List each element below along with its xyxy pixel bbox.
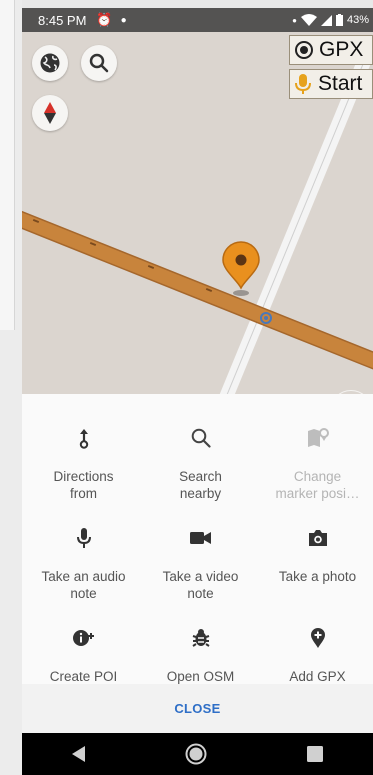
phone-screen: 8:45 PM ⏰ ● ● 43% GPX Start Directions f… (22, 8, 373, 775)
search-icon (191, 428, 211, 448)
alarm-icon: ⏰ (96, 12, 113, 27)
record-icon (295, 41, 313, 59)
option-label: Directions from (53, 469, 114, 501)
create-poi-icon (72, 630, 94, 646)
microphone-icon (76, 528, 91, 548)
map-marker-change-icon (307, 428, 329, 447)
option-label: Change marker posi… (275, 469, 360, 501)
home-icon[interactable] (185, 743, 207, 765)
option-label: Take a video note (162, 569, 239, 601)
option-open-osm[interactable]: Open OSM (142, 624, 259, 685)
option-take-video-note[interactable]: Take a video note (142, 524, 259, 602)
option-search-nearby[interactable]: Search nearby (142, 424, 259, 502)
map-layers-button[interactable] (32, 45, 68, 81)
left-panel (0, 0, 22, 775)
map-search-button[interactable] (81, 45, 117, 81)
option-directions-from[interactable]: Directions from (25, 424, 142, 502)
option-add-gpx[interactable]: Add GPX (259, 624, 373, 685)
globe-icon (40, 53, 60, 73)
start-label: Start (318, 72, 363, 95)
wifi-icon (300, 14, 317, 26)
camera-icon (308, 530, 327, 546)
option-label: Take a photo (278, 569, 357, 584)
gpx-label: GPX (319, 38, 364, 61)
cell-signal-icon (320, 14, 332, 26)
notification-dot-icon: ● (120, 14, 127, 26)
compass-button[interactable] (32, 95, 68, 131)
status-bar: 8:45 PM ⏰ ● ● 43% (22, 8, 373, 32)
notification-dot-icon-right: ● (292, 15, 297, 25)
option-change-marker-position: Change marker posi… (259, 424, 373, 502)
navigation-bar (22, 733, 373, 775)
compass-icon (44, 102, 56, 124)
context-menu-sheet: Directions from Search nearby Change mar… (22, 394, 373, 733)
battery-icon (335, 14, 343, 26)
close-bar: CLOSE (22, 684, 373, 733)
bug-icon (191, 629, 210, 647)
battery-percent: 43% (346, 14, 369, 26)
recents-icon[interactable] (307, 746, 324, 762)
option-take-photo[interactable]: Take a photo (259, 524, 373, 585)
search-icon (89, 53, 109, 73)
close-button[interactable]: CLOSE (174, 701, 220, 716)
back-icon[interactable] (71, 746, 86, 762)
microphone-icon (295, 74, 311, 94)
directions-from-icon (79, 429, 88, 449)
option-label: Take an audio note (41, 569, 126, 601)
video-camera-icon (189, 532, 211, 544)
start-audio-button[interactable]: Start (289, 69, 373, 99)
status-time: 8:45 PM (38, 12, 87, 28)
location-marker-icon[interactable] (221, 240, 261, 290)
add-gpx-point-icon (310, 628, 325, 648)
map-view[interactable]: GPX Start (22, 32, 373, 402)
option-create-poi[interactable]: Create POI (25, 624, 142, 685)
option-take-audio-note[interactable]: Take an audio note (25, 524, 142, 602)
option-label: Search nearby (179, 469, 222, 501)
option-label: Open OSM (166, 669, 235, 684)
gpx-toggle-button[interactable]: GPX (289, 35, 373, 65)
option-label: Add GPX (289, 669, 346, 684)
left-panel-strip (0, 0, 15, 330)
option-label: Create POI (49, 669, 118, 684)
